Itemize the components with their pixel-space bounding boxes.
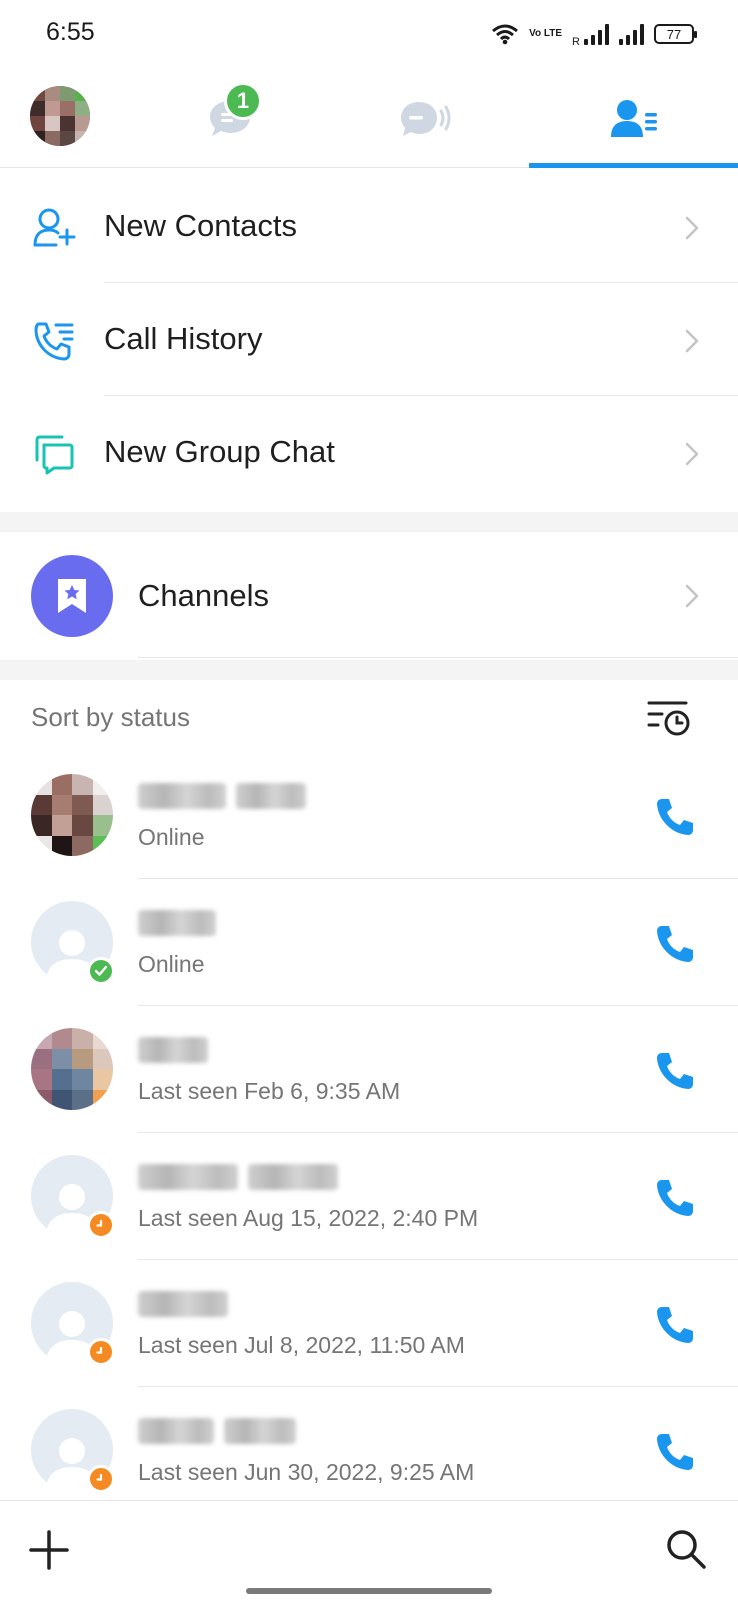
unread-badge: 1 (224, 82, 262, 120)
contact-status: Last seen Jul 8, 2022, 11:50 AM (138, 1332, 465, 1358)
phone-icon[interactable] (654, 1304, 696, 1346)
top-tab-bar: 1 (0, 70, 738, 168)
contact-name-redacted (138, 905, 216, 941)
group-chat-icon (35, 435, 74, 475)
tab-contacts[interactable] (529, 70, 738, 168)
channels-label: Channels (138, 578, 269, 613)
active-tab-indicator (529, 163, 738, 168)
phone-icon[interactable] (654, 1431, 696, 1473)
phone-icon[interactable] (654, 796, 696, 838)
channels-row[interactable]: Channels (0, 532, 738, 658)
contact-name-redacted (138, 1032, 208, 1068)
contact-name-redacted (138, 1159, 338, 1195)
chevron-right-icon (685, 584, 699, 608)
status-time: 6:55 (46, 18, 95, 46)
contact-avatar (31, 1155, 115, 1239)
contact-row[interactable]: Online (0, 879, 738, 1006)
contact-status: Online (138, 824, 205, 850)
contact-row[interactable]: Last seen Jun 30, 2022, 9:25 AM (0, 1387, 738, 1514)
phone-icon[interactable] (654, 923, 696, 965)
phone-icon[interactable] (654, 1177, 696, 1219)
clock-icon (87, 1338, 115, 1366)
chevron-right-icon (685, 216, 699, 240)
home-indicator[interactable] (246, 1588, 492, 1594)
chevron-right-icon (685, 442, 699, 466)
section-gap (0, 660, 738, 680)
contact-avatar (31, 1282, 115, 1366)
chevron-right-icon (685, 329, 699, 353)
call-history-label: Call History (104, 321, 263, 356)
contact-row[interactable]: Last seen Jul 8, 2022, 11:50 AM (0, 1260, 738, 1387)
contact-status: Last seen Aug 15, 2022, 2:40 PM (138, 1205, 479, 1231)
contact-avatar (31, 1028, 113, 1110)
contact-name-redacted (138, 1286, 228, 1322)
search-icon[interactable] (664, 1527, 708, 1571)
clock-icon (87, 1211, 115, 1239)
contact-status: Online (138, 951, 205, 977)
sort-label: Sort by status (31, 702, 190, 732)
contact-row[interactable]: Online (0, 752, 738, 879)
contact-row[interactable]: Last seen Aug 15, 2022, 2:40 PM (0, 1133, 738, 1260)
status-icons: Vo LTE R 77 (491, 20, 697, 48)
new-contacts-label: New Contacts (104, 208, 297, 243)
contact-avatar (31, 901, 115, 985)
add-contact-icon (33, 208, 76, 247)
online-check-icon (87, 957, 115, 985)
call-history-row[interactable]: Call History (0, 283, 738, 396)
tab-chats[interactable] (140, 70, 320, 168)
contact-name-redacted (138, 1413, 296, 1449)
contact-status: Last seen Jun 30, 2022, 9:25 AM (138, 1459, 475, 1485)
bottom-bar (0, 1500, 738, 1600)
channels-avatar (31, 555, 113, 637)
my-avatar[interactable] (30, 86, 90, 146)
section-gap (0, 512, 738, 532)
phone-icon[interactable] (654, 1050, 696, 1092)
volte-icon: Vo LTE (529, 28, 563, 39)
roaming-indicator: R (572, 36, 580, 48)
signal-icon-2 (619, 23, 644, 45)
bookmark-star-icon (58, 579, 86, 613)
contact-avatar (31, 1409, 115, 1493)
contacts-list-icon (610, 100, 657, 137)
contact-status: Last seen Feb 6, 9:35 AM (138, 1078, 401, 1104)
call-history-icon (34, 322, 74, 361)
new-contacts-row[interactable]: New Contacts (0, 170, 738, 283)
contact-name-redacted (138, 778, 306, 814)
voice-room-icon (401, 102, 451, 136)
plus-icon[interactable] (28, 1529, 70, 1571)
contact-row[interactable]: Last seen Feb 6, 9:35 AM (0, 1006, 738, 1133)
battery-icon: 77 (654, 24, 697, 44)
new-group-chat-row[interactable]: New Group Chat (0, 396, 738, 509)
divider (138, 657, 738, 658)
sort-by-time-icon[interactable] (646, 698, 692, 738)
sort-bar: Sort by status (0, 680, 738, 752)
status-bar: 6:55 Vo LTE R 77 (0, 0, 738, 66)
new-group-chat-label: New Group Chat (104, 434, 335, 469)
tab-voice[interactable] (335, 70, 515, 168)
signal-icon-1 (584, 23, 609, 45)
clock-icon (87, 1465, 115, 1493)
contact-avatar (31, 774, 113, 856)
wifi-icon (492, 24, 519, 45)
